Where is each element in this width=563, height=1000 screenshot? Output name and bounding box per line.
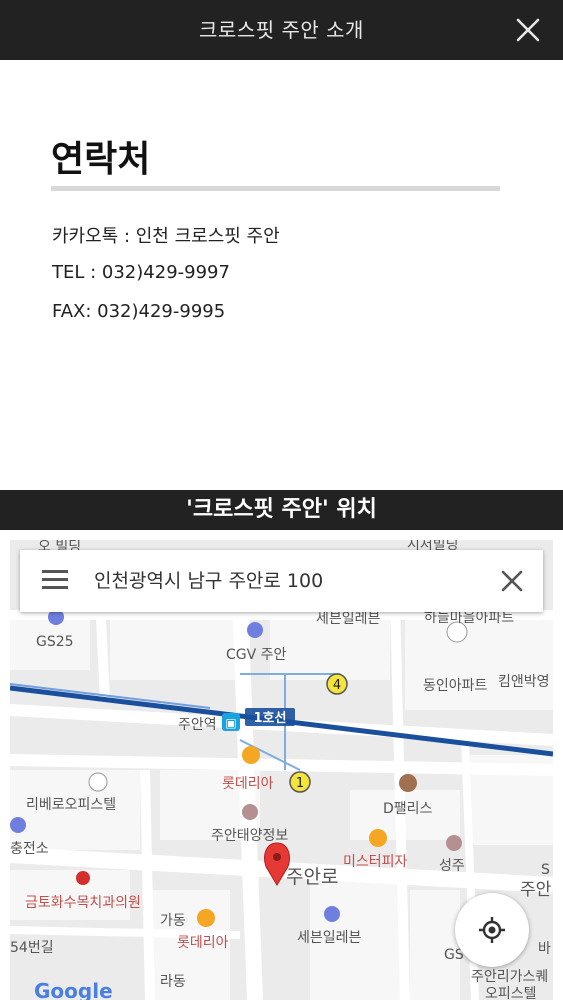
poi-sebon-bottom: 세븐일레븐 bbox=[297, 930, 362, 946]
poi-dongin: 동인아파트 bbox=[423, 678, 488, 694]
poi-radong: 라동 bbox=[160, 974, 186, 990]
hamburger-menu-icon[interactable] bbox=[42, 570, 68, 590]
crosshair-icon bbox=[479, 917, 505, 943]
map-search-query[interactable]: 인천광역시 남구 주안로 100 bbox=[94, 550, 323, 612]
exit-1-badge: 1 bbox=[296, 776, 304, 791]
poi-dpalace: D팰리스 bbox=[383, 801, 433, 817]
poi-gs25: GS25 bbox=[36, 634, 74, 650]
poi-top-right-fragment-2: 하늘마을아파트 bbox=[424, 610, 514, 626]
close-icon[interactable] bbox=[515, 17, 541, 43]
poi-kimnet: 킴앤박영 bbox=[498, 674, 550, 690]
heading-divider bbox=[51, 186, 500, 191]
road-juanro: 주안로 bbox=[286, 866, 338, 888]
poi-sebon-top: 세븐일레븐 bbox=[316, 611, 381, 627]
poi-charging: 충전소 bbox=[10, 841, 49, 857]
tel-text[interactable]: TEL : 032)429-9997 bbox=[52, 262, 230, 283]
kakao-text: 카카오톡 : 인천 크로스핏 주안 bbox=[52, 226, 280, 247]
poi-geumto: 금토화수목치과의원 bbox=[25, 895, 141, 911]
fax-text: FAX: 032)429-9995 bbox=[52, 301, 226, 322]
page-title: 크로스핏 주안 소개 bbox=[199, 18, 364, 42]
poi-right-s: S bbox=[541, 862, 550, 878]
my-location-button[interactable] bbox=[455, 893, 529, 967]
poi-juan-station: 주안역 bbox=[178, 717, 217, 733]
exit-4-badge: 4 bbox=[333, 678, 341, 693]
poi-gadong: 가동 bbox=[160, 913, 186, 929]
clear-search-icon[interactable] bbox=[501, 570, 523, 592]
poi-seongju: 성주 bbox=[439, 858, 465, 874]
poi-cgv: CGV 주안 bbox=[226, 647, 287, 663]
road-juan-right: 주안 bbox=[520, 880, 552, 900]
poi-right-ba: 바 bbox=[538, 941, 551, 957]
poi-mister-pizza: 미스터피자 bbox=[343, 854, 408, 870]
poi-lotteria-1: 롯데리아 bbox=[222, 776, 274, 792]
top-bar: 크로스핏 주안 소개 bbox=[0, 0, 563, 60]
contact-section: 연락처 카카오톡 : 인천 크로스핏 주안 TEL : 032)429-9997… bbox=[0, 60, 563, 490]
line1-label: 1호선 bbox=[254, 710, 287, 726]
location-title: '크로스핏 주안' 위치 bbox=[0, 490, 563, 530]
road-beongil: 54번길 bbox=[10, 940, 54, 956]
poi-officetel: 오피스텔 bbox=[485, 986, 537, 1000]
map-search-bar[interactable]: 인천광역시 남구 주안로 100 bbox=[20, 550, 543, 612]
contact-heading: 연락처 bbox=[51, 139, 151, 180]
google-logo: Google bbox=[34, 979, 113, 1000]
poi-lotteria-2: 롯데리아 bbox=[177, 935, 229, 951]
poi-juantae: 주안태양정보 bbox=[211, 828, 288, 844]
poi-juanri: 주안리가스퀘 bbox=[471, 969, 548, 985]
poi-ribero: 리베로오피스텔 bbox=[26, 797, 116, 813]
svg-text:▣: ▣ bbox=[225, 716, 236, 730]
